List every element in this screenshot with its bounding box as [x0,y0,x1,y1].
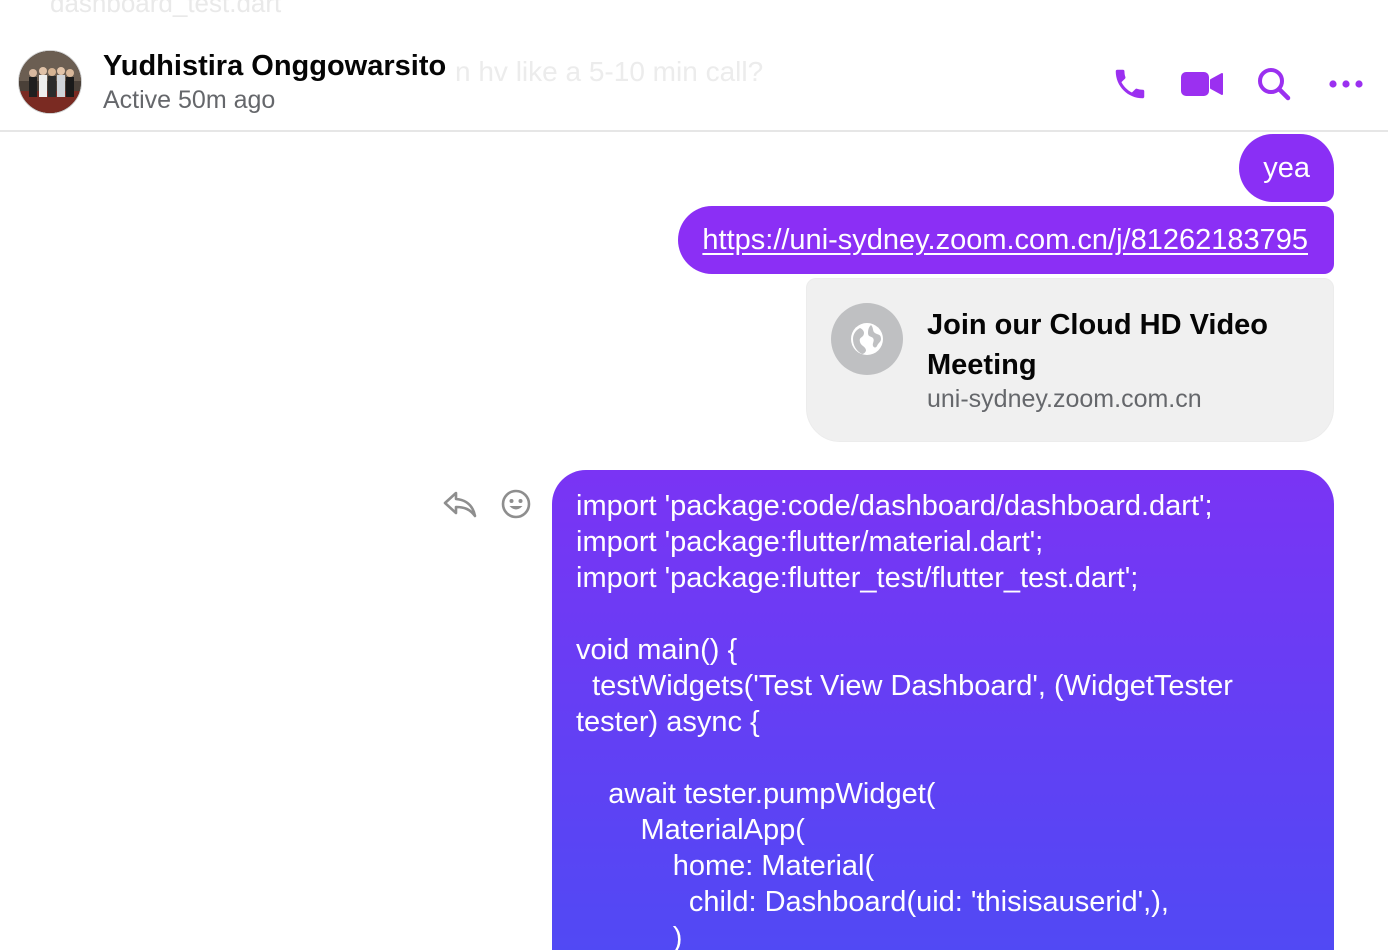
phone-icon [1115,69,1145,99]
smiley-icon [501,489,531,519]
outgoing-link-message[interactable]: https://uni-sydney.zoom.com.cn/j/8126218… [678,206,1334,274]
contact-avatar[interactable] [18,50,82,114]
reply-icon [443,491,477,518]
link-preview-card[interactable]: Join our Cloud HD Video Meeting uni-sydn… [806,278,1334,442]
link-preview-domain: uni-sydney.zoom.com.cn [927,385,1202,413]
video-camera-icon [1181,72,1223,96]
contact-name[interactable]: Yudhistira Onggowarsito [103,50,446,83]
messenger-conversation: dashboard_test.dart n hv like a 5-10 min… [0,0,1388,950]
message-text: import 'package:code/dashboard/dashboard… [576,490,1233,950]
conversation-header: Yudhistira Onggowarsito Active 50m ago [0,28,1388,132]
group-photo-icon [19,51,81,113]
scrolled-previous-message: dashboard_test.dart [50,0,282,18]
search-button[interactable] [1252,62,1296,106]
audio-call-button[interactable] [1108,62,1152,106]
reply-button[interactable] [440,484,480,524]
link-preview-title: Join our Cloud HD Video Meeting [927,309,1269,381]
more-options-button[interactable] [1324,62,1368,106]
message-text: yea [1263,152,1310,184]
search-icon [1258,68,1291,101]
outgoing-code-message[interactable]: import 'package:code/dashboard/dashboard… [552,470,1334,950]
contact-active-status: Active 50m ago [103,86,276,114]
react-button[interactable] [496,484,536,524]
outgoing-message-bubble[interactable]: yea [1239,134,1334,202]
video-call-button[interactable] [1180,62,1224,106]
more-horizontal-icon [1329,80,1363,88]
meeting-link[interactable]: https://uni-sydney.zoom.com.cn/j/8126218… [702,224,1308,256]
globe-icon [831,303,903,375]
